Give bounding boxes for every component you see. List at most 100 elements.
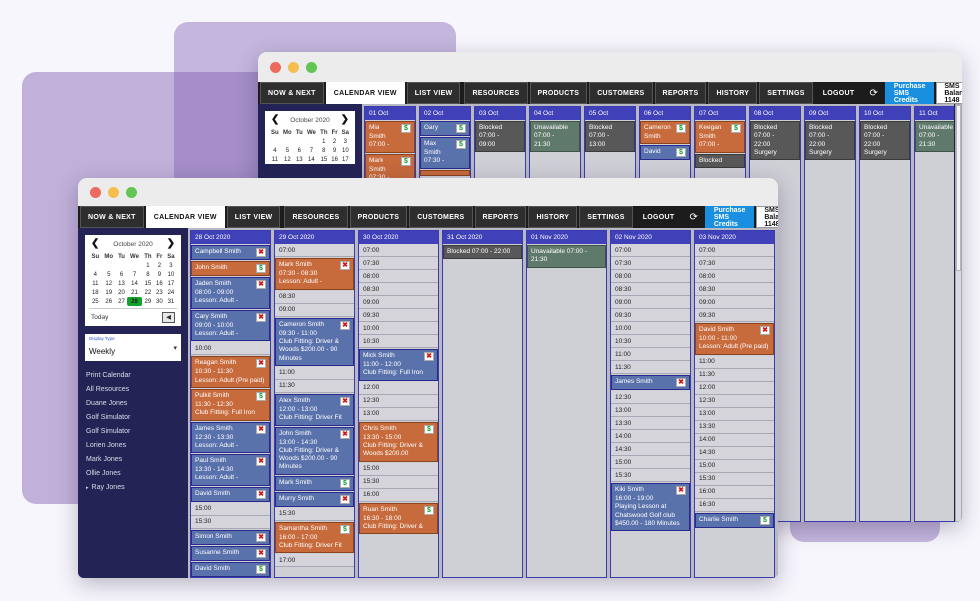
time-slot[interactable]: 11:30: [611, 361, 690, 374]
appointment-event[interactable]: Unavailable 07:00 -21:30: [530, 121, 580, 152]
back-vertical-scrollbar[interactable]: [955, 104, 962, 522]
maximize-button[interactable]: [306, 61, 317, 73]
time-slot[interactable]: 09:30: [695, 309, 774, 322]
appointment-event[interactable]: Blocked 07:00 -22:00 Surgery: [805, 121, 855, 161]
appointment-event[interactable]: Charlie Smith $: [695, 512, 774, 528]
close-button[interactable]: [270, 61, 281, 73]
time-slot[interactable]: 11:00: [695, 355, 774, 369]
appointment-event[interactable]: Campbell Smith ✖: [191, 245, 270, 260]
appointment-event[interactable]: Murry Smith ✖: [275, 491, 354, 507]
time-slot[interactable]: 07:00: [275, 244, 354, 257]
cancel-x-icon[interactable]: ✖: [256, 248, 266, 257]
calendar-day-10[interactable]: 10: [340, 146, 351, 155]
time-slot[interactable]: 10:00: [611, 322, 690, 335]
purchase-sms-credits-button[interactable]: Purchase SMS Credits: [884, 82, 935, 104]
time-slot[interactable]: 07:00: [695, 244, 774, 257]
minimize-button[interactable]: [108, 186, 119, 198]
cancel-x-icon[interactable]: ✖: [256, 424, 266, 434]
time-slot[interactable]: 12:00: [695, 381, 774, 395]
time-slot[interactable]: 12:30: [611, 391, 690, 404]
appointment-event[interactable]: Unavailable 07:00 -21:30: [915, 121, 954, 152]
cancel-x-icon[interactable]: ✖: [256, 280, 266, 289]
calendar-day-15[interactable]: 15: [318, 155, 329, 164]
appointment-event[interactable]: Cameron Smith ✖ 09:30 - 11:00 Club Fitting:…: [275, 317, 354, 366]
appointment-event[interactable]: Mia $ Smith 07:00 -: [365, 121, 415, 153]
time-slot[interactable]: 15:30: [695, 472, 774, 486]
back-window-tabbar[interactable]: NOW & NEXT CALENDAR VIEW LIST VIEW RESOURCE…: [258, 82, 962, 104]
calendar-grid[interactable]: Su Mo Tu We Th Fr Sa 1 2 3 4 5 6 7 8 9 10 11 12 13 14 15 16 17 1…: [89, 252, 177, 306]
day-column[interactable]: 10 Oct Blocked 07:00 -22:00 Surgery: [859, 106, 911, 522]
close-button[interactable]: [90, 186, 101, 198]
back-mini-calendar[interactable]: ❮ October 2020 ❯ Su Mo Tu We Th Fr Sa 1 2 3 4 5 6 7 8 9…: [263, 109, 357, 166]
time-slot[interactable]: 09:00: [275, 303, 354, 317]
calendar-day-3[interactable]: 3: [340, 137, 351, 146]
payment-dollar-icon[interactable]: $: [676, 124, 686, 133]
day-column[interactable]: 11 Oct Unavailable 07:00 -21:30: [914, 106, 954, 522]
cancel-x-icon[interactable]: ✖: [424, 352, 434, 361]
appointment-event[interactable]: Mark Smith ✖ 07:30 - 08:30 Lesson: Adult -: [275, 258, 354, 290]
sidebar-resource-list[interactable]: Print Calendar All Resources Duane Jones Go…: [83, 368, 183, 494]
time-slot[interactable]: 08:00: [611, 270, 690, 283]
tab-reports[interactable]: REPORTS: [474, 206, 527, 228]
time-slot[interactable]: 08:00: [695, 270, 774, 283]
time-slot[interactable]: 07:00: [611, 244, 690, 257]
time-slot[interactable]: 14:30: [611, 443, 690, 456]
appointment-event[interactable]: Pulkit Smith $11:30 - 12:30 Club Fitting: …: [191, 388, 270, 421]
sidebar-item-duane-jones[interactable]: Duane Jones: [83, 396, 183, 410]
time-slot[interactable]: 11:00: [275, 366, 354, 380]
cancel-x-icon[interactable]: ✖: [340, 261, 350, 270]
calendar-day-8[interactable]: 8: [142, 270, 154, 279]
cancel-x-icon[interactable]: ✖: [340, 494, 350, 504]
tab-list-view[interactable]: LIST VIEW: [406, 82, 461, 104]
cancel-x-icon[interactable]: ✖: [340, 396, 350, 406]
time-slot[interactable]: 17:00: [275, 554, 354, 568]
tab-settings[interactable]: SETTINGS: [579, 206, 633, 228]
tab-customers[interactable]: CUSTOMERS: [589, 82, 653, 104]
time-slot[interactable]: 08:30: [611, 283, 690, 296]
calendar-day-6[interactable]: 6: [116, 270, 127, 279]
calendar-day-9[interactable]: 9: [329, 146, 339, 155]
tab-now-next[interactable]: NOW & NEXT: [80, 206, 144, 228]
calendar-day-6[interactable]: 6: [294, 146, 305, 155]
calendar-day-10[interactable]: 10: [165, 270, 177, 279]
appointment-event[interactable]: Chris Smith $13:30 - 15:00 Club Fitting: D…: [359, 421, 438, 462]
payment-dollar-icon[interactable]: $: [401, 124, 411, 133]
tab-logout[interactable]: LOGOUT: [814, 82, 863, 104]
sidebar-item-golf-simulator[interactable]: Golf Simulator: [83, 424, 183, 438]
maximize-button[interactable]: [126, 186, 137, 198]
tab-customers[interactable]: CUSTOMERS: [409, 206, 473, 228]
time-slot[interactable]: 07:30: [695, 257, 774, 270]
sidebar-item-mark-jones[interactable]: Mark Jones: [83, 452, 183, 466]
calendar-day-8[interactable]: 8: [318, 146, 329, 155]
time-slot[interactable]: 12:30: [695, 394, 774, 408]
appointment-event[interactable]: Blocked 07:00 -13:00: [585, 121, 635, 152]
sidebar-item-lorien-jones[interactable]: Lorien Jones: [83, 438, 183, 452]
payment-dollar-icon[interactable]: $: [256, 391, 266, 401]
calendar-day-27[interactable]: 27: [116, 297, 127, 306]
payment-dollar-icon[interactable]: $: [676, 148, 686, 158]
time-slot[interactable]: 15:30: [359, 475, 438, 489]
appointment-event[interactable]: Blocked 07:00 -22:00 Surgery: [750, 121, 800, 161]
tab-calendar-view[interactable]: CALENDAR VIEW: [325, 82, 405, 104]
appointment-event[interactable]: Unavailable 07:00 -21:30: [527, 245, 606, 268]
appointment-event[interactable]: [420, 169, 470, 176]
appointment-event[interactable]: Jaden Smith ✖ 08:00 - 09:00 Lesson: Adult -: [191, 277, 270, 309]
day-column[interactable]: 03 Nov 2020 07:00 07:30 08:00 08:30 09:00 09:3…: [694, 230, 775, 578]
appointment-event[interactable]: Gary $: [420, 121, 470, 136]
appointment-event[interactable]: David Smith ✖: [191, 486, 270, 502]
payment-dollar-icon[interactable]: $: [256, 564, 266, 574]
calendar-day-4[interactable]: 4: [89, 270, 102, 279]
appointment-event[interactable]: Samantha Smith $16:00 - 17:00 Club Fitting…: [275, 521, 354, 554]
calendar-day-7[interactable]: 7: [305, 146, 319, 155]
calendar-day-9[interactable]: 9: [154, 270, 165, 279]
day-column[interactable]: 09 Oct Blocked 07:00 -22:00 Surgery: [804, 106, 856, 522]
appointment-event[interactable]: Blocked 07:00 - 22:00: [443, 245, 522, 260]
time-slot[interactable]: 14:00: [611, 430, 690, 443]
cancel-x-icon[interactable]: ✖: [340, 429, 350, 439]
front-day-grid[interactable]: 28 Oct 2020 Campbell Smith ✖ John Smith $ Jad…: [188, 228, 778, 578]
time-slot[interactable]: 12:30: [359, 394, 438, 408]
time-slot[interactable]: 15:30: [611, 469, 690, 482]
payment-dollar-icon[interactable]: $: [401, 156, 411, 166]
calendar-day-5[interactable]: 5: [102, 270, 116, 279]
cancel-x-icon[interactable]: ✖: [256, 548, 266, 558]
